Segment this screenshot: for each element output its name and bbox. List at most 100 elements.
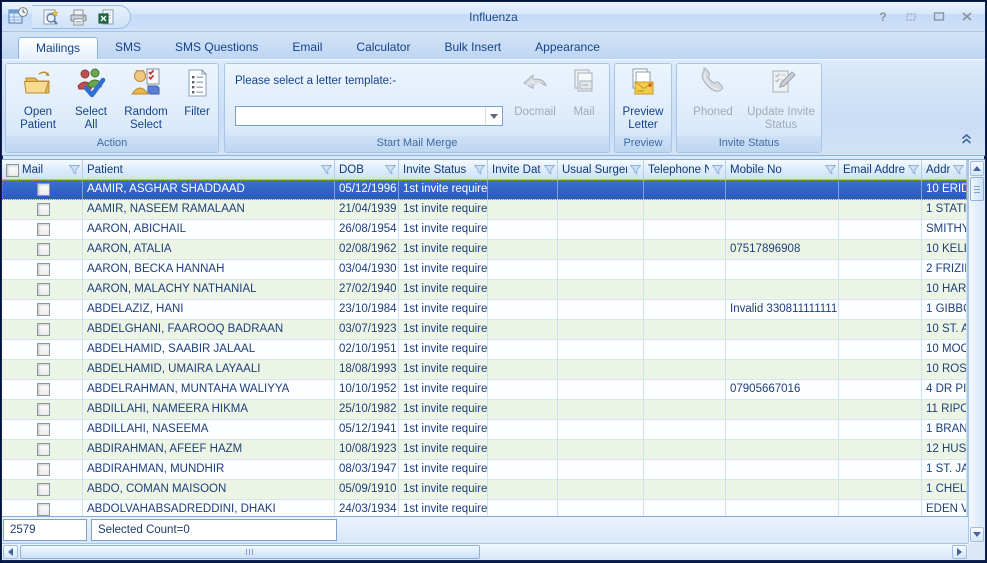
grid-row[interactable]: ABDELRAHMAN, MUNTAHA WALIYYA10/10/19521s… [2, 380, 967, 400]
cell-usual_surgery[interactable] [558, 460, 644, 479]
help-button[interactable]: ? [875, 10, 891, 23]
cell-invite_status[interactable]: 1st invite required [399, 420, 488, 439]
minimize-button[interactable] [903, 10, 919, 23]
row-mail-checkbox[interactable] [37, 323, 50, 336]
cell-telephone_no[interactable] [644, 400, 726, 419]
filter-funnel-icon[interactable] [69, 165, 80, 175]
cell-address[interactable]: 10 ST. A [922, 320, 967, 339]
cell-dob[interactable]: 26/08/1954 [335, 220, 399, 239]
row-mail-checkbox[interactable] [37, 203, 50, 216]
cell-invite_date[interactable] [488, 200, 558, 219]
cell-usual_surgery[interactable] [558, 340, 644, 359]
cell-dob[interactable]: 08/03/1947 [335, 460, 399, 479]
row-mail-checkbox[interactable] [37, 263, 50, 276]
row-mail-checkbox[interactable] [37, 303, 50, 316]
cell-invite_status[interactable]: 1st invite required [399, 180, 488, 199]
row-mail-checkbox[interactable] [37, 383, 50, 396]
cell-address[interactable]: 2 FRIZIN [922, 260, 967, 279]
row-mail-checkbox[interactable] [37, 183, 50, 196]
cell-usual_surgery[interactable] [558, 440, 644, 459]
tab-email[interactable]: Email [275, 37, 339, 59]
maximize-button[interactable] [931, 10, 947, 23]
grid-row[interactable]: AARON, MALACHY NATHANIAL27/02/19401st in… [2, 280, 967, 300]
cell-address[interactable]: 1 GIBBO [922, 300, 967, 319]
cell-email_address[interactable] [839, 480, 922, 499]
cell-telephone_no[interactable] [644, 220, 726, 239]
cell-email_address[interactable] [839, 240, 922, 259]
letter-template-combobox[interactable] [235, 106, 503, 126]
cell-telephone_no[interactable] [644, 360, 726, 379]
cell-usual_surgery[interactable] [558, 300, 644, 319]
filter-funnel-icon[interactable] [544, 165, 555, 175]
cell-invite_status[interactable]: 1st invite required [399, 280, 488, 299]
cell-telephone_no[interactable] [644, 200, 726, 219]
cell-telephone_no[interactable] [644, 500, 726, 516]
cell-invite_date[interactable] [488, 420, 558, 439]
cell-address[interactable]: 1 CHELY [922, 480, 967, 499]
cell-mail[interactable] [2, 200, 83, 219]
cell-email_address[interactable] [839, 460, 922, 479]
cell-mobile_no[interactable] [726, 400, 839, 419]
row-mail-checkbox[interactable] [37, 243, 50, 256]
cell-telephone_no[interactable] [644, 180, 726, 199]
cell-email_address[interactable] [839, 180, 922, 199]
cell-mobile_no[interactable] [726, 220, 839, 239]
row-mail-checkbox[interactable] [37, 343, 50, 356]
cell-invite_date[interactable] [488, 340, 558, 359]
cell-email_address[interactable] [839, 340, 922, 359]
cell-invite_status[interactable]: 1st invite required [399, 320, 488, 339]
cell-invite_status[interactable]: 1st invite required [399, 240, 488, 259]
cell-mail[interactable] [2, 240, 83, 259]
cell-usual_surgery[interactable] [558, 220, 644, 239]
cell-email_address[interactable] [839, 260, 922, 279]
cell-invite_date[interactable] [488, 260, 558, 279]
cell-address[interactable]: 10 ERID [922, 180, 967, 199]
scroll-right-icon[interactable] [952, 545, 967, 559]
preview-letter-button[interactable]: Preview Letter [616, 67, 670, 135]
cell-mail[interactable] [2, 460, 83, 479]
cell-mobile_no[interactable]: 07905667016 [726, 380, 839, 399]
column-header-telephone_no[interactable]: Telephone No [644, 160, 726, 180]
cell-patient[interactable]: ABDELHAMID, SAABIR JALAAL [83, 340, 335, 359]
cell-usual_surgery[interactable] [558, 420, 644, 439]
column-header-dob[interactable]: DOB [335, 160, 399, 180]
cell-mail[interactable] [2, 180, 83, 199]
cell-mobile_no[interactable] [726, 460, 839, 479]
filter-funnel-icon[interactable] [953, 165, 964, 175]
cell-address[interactable]: 10 ROS [922, 360, 967, 379]
cell-dob[interactable]: 24/03/1934 [335, 500, 399, 516]
cell-dob[interactable]: 02/10/1951 [335, 340, 399, 359]
filter-funnel-icon[interactable] [825, 165, 836, 175]
grid-row[interactable]: AARON, BECKA HANNAH03/04/19301st invite … [2, 260, 967, 280]
cell-invite_status[interactable]: 1st invite required [399, 480, 488, 499]
cell-dob[interactable]: 02/08/1962 [335, 240, 399, 259]
cell-mail[interactable] [2, 440, 83, 459]
cell-usual_surgery[interactable] [558, 360, 644, 379]
scroll-left-icon[interactable] [3, 545, 18, 559]
column-header-invite_status[interactable]: Invite Status [399, 160, 488, 180]
random-select-button[interactable]: Random Select [116, 67, 176, 135]
cell-usual_surgery[interactable] [558, 320, 644, 339]
docmail-button[interactable]: Docmail [509, 67, 561, 135]
cell-mail[interactable] [2, 420, 83, 439]
row-mail-checkbox[interactable] [37, 443, 50, 456]
cell-patient[interactable]: AARON, ABICHAIL [83, 220, 335, 239]
cell-invite_status[interactable]: 1st invite required [399, 380, 488, 399]
cell-dob[interactable]: 03/04/1930 [335, 260, 399, 279]
column-header-email_address[interactable]: Email Address [839, 160, 922, 180]
cell-patient[interactable]: AAMIR, NASEEM RAMALAAN [83, 200, 335, 219]
cell-invite_status[interactable]: 1st invite required [399, 460, 488, 479]
column-header-invite_date[interactable]: Invite Date [488, 160, 558, 180]
cell-mail[interactable] [2, 320, 83, 339]
cell-mobile_no[interactable] [726, 480, 839, 499]
update-invite-status-button[interactable]: Update Invite Status [745, 67, 817, 135]
cell-usual_surgery[interactable] [558, 240, 644, 259]
cell-invite_status[interactable]: 1st invite required [399, 300, 488, 319]
cell-invite_date[interactable] [488, 440, 558, 459]
cell-invite_date[interactable] [488, 400, 558, 419]
cell-invite_status[interactable]: 1st invite required [399, 440, 488, 459]
cell-address[interactable]: 10 KELL [922, 240, 967, 259]
cell-mail[interactable] [2, 280, 83, 299]
cell-telephone_no[interactable] [644, 260, 726, 279]
grid-row[interactable]: ABDELAZIZ, HANI23/10/19841st invite requ… [2, 300, 967, 320]
